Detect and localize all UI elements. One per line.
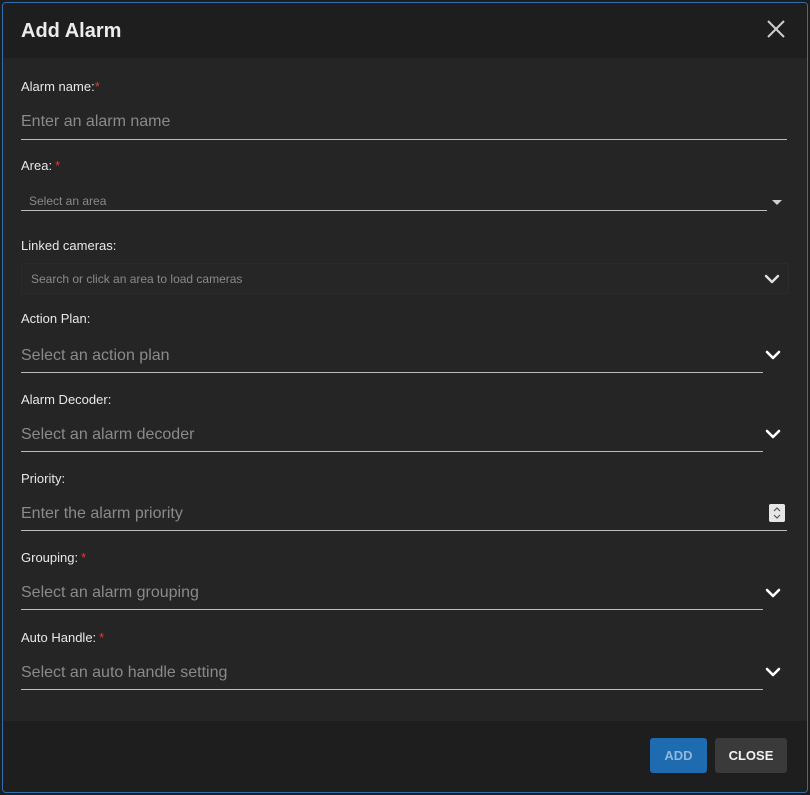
alarm-decoder-label: Alarm Decoder: xyxy=(21,392,111,407)
area-placeholder: Select an area xyxy=(29,194,107,208)
alarm-name-input[interactable]: Enter an alarm name xyxy=(21,106,787,140)
grouping-label: Grouping: * xyxy=(21,550,86,565)
spinner-icon[interactable] xyxy=(769,504,785,522)
action-plan-label-text: Action Plan: xyxy=(21,311,91,326)
close-icon[interactable] xyxy=(765,18,787,40)
chevron-down-icon[interactable] xyxy=(765,349,781,361)
priority-label-text: Priority: xyxy=(21,471,66,486)
dialog-title: Add Alarm xyxy=(21,20,122,42)
auto-handle-select[interactable]: Select an auto handle setting xyxy=(21,656,763,690)
grouping-select[interactable]: Select an alarm grouping xyxy=(21,576,763,610)
area-select[interactable]: Select an area xyxy=(21,188,767,211)
required-marker: * xyxy=(99,630,105,645)
alarm-name-label: Alarm name:* xyxy=(21,79,100,94)
add-button[interactable]: ADD xyxy=(650,738,707,773)
priority-input[interactable]: Enter the alarm priority xyxy=(21,497,787,531)
auto-handle-label: Auto Handle: * xyxy=(21,630,104,645)
caret-down-icon[interactable] xyxy=(772,200,782,205)
area-label-text: Area: xyxy=(21,158,53,173)
priority-label: Priority: xyxy=(21,471,65,486)
chevron-down-icon[interactable] xyxy=(765,587,781,599)
dialog-footer: ADD CLOSE xyxy=(3,721,807,792)
alarm-decoder-label-text: Alarm Decoder: xyxy=(21,392,112,407)
chevron-down-icon[interactable] xyxy=(765,428,781,440)
alarm-decoder-select[interactable]: Select an alarm decoder xyxy=(21,418,763,452)
action-plan-placeholder: Select an action plan xyxy=(21,347,170,364)
required-marker: * xyxy=(94,79,100,94)
auto-handle-placeholder: Select an auto handle setting xyxy=(21,664,228,681)
dialog-header: Add Alarm xyxy=(3,3,807,58)
priority-placeholder: Enter the alarm priority xyxy=(21,505,183,522)
close-button[interactable]: CLOSE xyxy=(715,738,787,773)
alarm-name-placeholder: Enter an alarm name xyxy=(21,113,171,130)
action-plan-select[interactable]: Select an action plan xyxy=(21,339,763,373)
action-plan-label: Action Plan: xyxy=(21,311,90,326)
alarm-decoder-placeholder: Select an alarm decoder xyxy=(21,426,195,443)
required-marker: * xyxy=(55,158,61,173)
chevron-down-icon[interactable] xyxy=(765,666,781,678)
chevron-down-icon[interactable] xyxy=(764,273,780,285)
add-alarm-dialog: Add Alarm Alarm name:* Enter an alarm na… xyxy=(2,2,808,793)
grouping-placeholder: Select an alarm grouping xyxy=(21,584,199,601)
linked-cameras-select[interactable]: Search or click an area to load cameras xyxy=(21,263,789,294)
required-marker: * xyxy=(81,550,87,565)
alarm-name-label-text: Alarm name: xyxy=(21,79,95,94)
auto-handle-label-text: Auto Handle: xyxy=(21,630,97,645)
linked-cameras-label-text: Linked cameras: xyxy=(21,238,117,253)
grouping-label-text: Grouping: xyxy=(21,550,79,565)
area-label: Area: * xyxy=(21,158,60,173)
dialog-body: Alarm name:* Enter an alarm name Area: * … xyxy=(3,58,807,721)
linked-cameras-placeholder: Search or click an area to load cameras xyxy=(31,272,243,286)
linked-cameras-label: Linked cameras: xyxy=(21,238,116,253)
